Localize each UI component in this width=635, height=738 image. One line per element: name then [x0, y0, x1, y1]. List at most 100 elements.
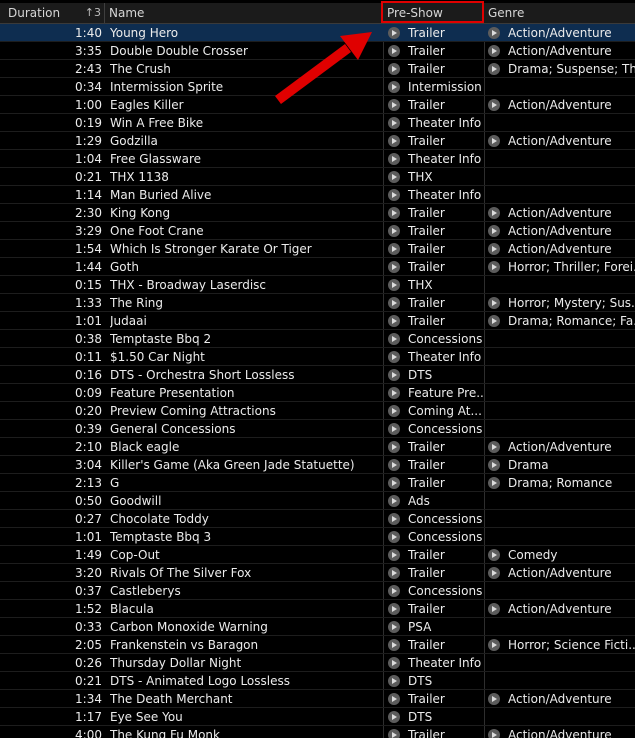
navigate-arrow-icon[interactable] [388, 171, 400, 183]
table-row[interactable]: 1:00 Eagles Killer Trailer Action/Adventure [0, 96, 635, 114]
table-row[interactable]: 0:15 THX - Broadway Laserdisc THX [0, 276, 635, 294]
navigate-arrow-icon[interactable] [388, 117, 400, 129]
table-row[interactable]: 2:10 Black eagle Trailer Action/Adventure [0, 438, 635, 456]
navigate-arrow-icon[interactable] [488, 207, 500, 219]
table-row[interactable]: 0:20 Preview Coming Attractions Coming At.… [0, 402, 635, 420]
table-row[interactable]: 1:17 Eye See You DTS [0, 708, 635, 726]
navigate-arrow-icon[interactable] [388, 135, 400, 147]
table-row[interactable]: 3:35 Double Double Crosser Trailer Action/A… [0, 42, 635, 60]
column-header-preshow[interactable]: Pre-Show [383, 3, 484, 23]
table-row[interactable]: 1:01 Judaai Trailer Drama; Romance; Fa... [0, 312, 635, 330]
navigate-arrow-icon[interactable] [488, 639, 500, 651]
navigate-arrow-icon[interactable] [488, 27, 500, 39]
navigate-arrow-icon[interactable] [388, 603, 400, 615]
navigate-arrow-icon[interactable] [388, 207, 400, 219]
navigate-arrow-icon[interactable] [388, 297, 400, 309]
table-row[interactable]: 0:19 Win A Free Bike Theater Info [0, 114, 635, 132]
navigate-arrow-icon[interactable] [388, 369, 400, 381]
table-row[interactable]: 0:26 Thursday Dollar Night Theater Info [0, 654, 635, 672]
navigate-arrow-icon[interactable] [388, 387, 400, 399]
navigate-arrow-icon[interactable] [388, 63, 400, 75]
table-row[interactable]: 2:43 The Crush Trailer Drama; Suspense; Th.… [0, 60, 635, 78]
navigate-arrow-icon[interactable] [488, 135, 500, 147]
navigate-arrow-icon[interactable] [488, 549, 500, 561]
table-row[interactable]: 1:40 Young Hero Trailer Action/Adventure [0, 24, 635, 42]
table-row[interactable]: 0:11 $1.50 Car Night Theater Info [0, 348, 635, 366]
navigate-arrow-icon[interactable] [388, 279, 400, 291]
navigate-arrow-icon[interactable] [488, 63, 500, 75]
navigate-arrow-icon[interactable] [388, 315, 400, 327]
table-row[interactable]: 1:33 The Ring Trailer Horror; Mystery; Sus.… [0, 294, 635, 312]
column-header-name[interactable]: Name [105, 3, 383, 23]
navigate-arrow-icon[interactable] [388, 711, 400, 723]
navigate-arrow-icon[interactable] [388, 153, 400, 165]
table-row[interactable]: 1:34 The Death Merchant Trailer Action/Adve… [0, 690, 635, 708]
navigate-arrow-icon[interactable] [388, 693, 400, 705]
table-row[interactable]: 1:29 Godzilla Trailer Action/Adventure [0, 132, 635, 150]
table-row[interactable]: 0:21 THX 1138 THX [0, 168, 635, 186]
navigate-arrow-icon[interactable] [488, 99, 500, 111]
table-row[interactable]: 3:20 Rivals Of The Silver Fox Trailer Actio… [0, 564, 635, 582]
table-row[interactable]: 0:27 Chocolate Toddy Concessions [0, 510, 635, 528]
navigate-arrow-icon[interactable] [388, 657, 400, 669]
table-row[interactable]: 0:39 General Concessions Concessions [0, 420, 635, 438]
table-row[interactable]: 1:04 Free Glassware Theater Info [0, 150, 635, 168]
navigate-arrow-icon[interactable] [388, 225, 400, 237]
navigate-arrow-icon[interactable] [488, 441, 500, 453]
navigate-arrow-icon[interactable] [488, 459, 500, 471]
navigate-arrow-icon[interactable] [388, 459, 400, 471]
navigate-arrow-icon[interactable] [388, 405, 400, 417]
table-row[interactable]: 0:37 Castleberys Concessions [0, 582, 635, 600]
navigate-arrow-icon[interactable] [488, 477, 500, 489]
navigate-arrow-icon[interactable] [388, 333, 400, 345]
table-row[interactable]: 1:14 Man Buried Alive Theater Info [0, 186, 635, 204]
navigate-arrow-icon[interactable] [488, 261, 500, 273]
navigate-arrow-icon[interactable] [388, 351, 400, 363]
table-row[interactable]: 0:50 Goodwill Ads [0, 492, 635, 510]
table-row[interactable]: 3:04 Killer's Game (Aka Green Jade Statue… [0, 456, 635, 474]
navigate-arrow-icon[interactable] [388, 477, 400, 489]
navigate-arrow-icon[interactable] [388, 621, 400, 633]
navigate-arrow-icon[interactable] [388, 531, 400, 543]
navigate-arrow-icon[interactable] [388, 567, 400, 579]
table-row[interactable]: 1:01 Temptaste Bbq 3 Concessions [0, 528, 635, 546]
navigate-arrow-icon[interactable] [388, 81, 400, 93]
table-row[interactable]: 2:30 King Kong Trailer Action/Adventure [0, 204, 635, 222]
navigate-arrow-icon[interactable] [388, 423, 400, 435]
navigate-arrow-icon[interactable] [388, 585, 400, 597]
navigate-arrow-icon[interactable] [388, 243, 400, 255]
navigate-arrow-icon[interactable] [388, 549, 400, 561]
navigate-arrow-icon[interactable] [388, 27, 400, 39]
navigate-arrow-icon[interactable] [388, 495, 400, 507]
navigate-arrow-icon[interactable] [388, 99, 400, 111]
table-row[interactable]: 1:52 Blacula Trailer Action/Adventure [0, 600, 635, 618]
navigate-arrow-icon[interactable] [488, 45, 500, 57]
navigate-arrow-icon[interactable] [388, 729, 400, 738]
table-row[interactable]: 0:16 DTS - Orchestra Short Lossless DTS [0, 366, 635, 384]
navigate-arrow-icon[interactable] [388, 639, 400, 651]
table-row[interactable]: 1:44 Goth Trailer Horror; Thriller; Forei..… [0, 258, 635, 276]
navigate-arrow-icon[interactable] [388, 261, 400, 273]
navigate-arrow-icon[interactable] [488, 603, 500, 615]
navigate-arrow-icon[interactable] [388, 513, 400, 525]
navigate-arrow-icon[interactable] [488, 243, 500, 255]
navigate-arrow-icon[interactable] [488, 225, 500, 237]
navigate-arrow-icon[interactable] [488, 315, 500, 327]
table-row[interactable]: 0:09 Feature Presentation Feature Pre... [0, 384, 635, 402]
navigate-arrow-icon[interactable] [488, 693, 500, 705]
table-row[interactable]: 1:54 Which Is Stronger Karate Or Tiger Tra… [0, 240, 635, 258]
navigate-arrow-icon[interactable] [388, 675, 400, 687]
navigate-arrow-icon[interactable] [388, 189, 400, 201]
navigate-arrow-icon[interactable] [388, 441, 400, 453]
navigate-arrow-icon[interactable] [388, 45, 400, 57]
table-row[interactable]: 0:34 Intermission Sprite Intermission [0, 78, 635, 96]
table-row[interactable]: 0:38 Temptaste Bbq 2 Concessions [0, 330, 635, 348]
table-row[interactable]: 2:05 Frankenstein vs Baragon Trailer Horror… [0, 636, 635, 654]
table-row[interactable]: 4:00 The Kung Fu Monk Trailer Action/Advent… [0, 726, 635, 738]
table-row[interactable]: 3:29 One Foot Crane Trailer Action/Adventur… [0, 222, 635, 240]
column-header-genre[interactable]: Genre [484, 3, 635, 23]
table-row[interactable]: 0:33 Carbon Monoxide Warning PSA [0, 618, 635, 636]
table-row[interactable]: 0:21 DTS - Animated Logo Lossless DTS [0, 672, 635, 690]
table-row[interactable]: 1:49 Cop-Out Trailer Comedy [0, 546, 635, 564]
navigate-arrow-icon[interactable] [488, 729, 500, 738]
